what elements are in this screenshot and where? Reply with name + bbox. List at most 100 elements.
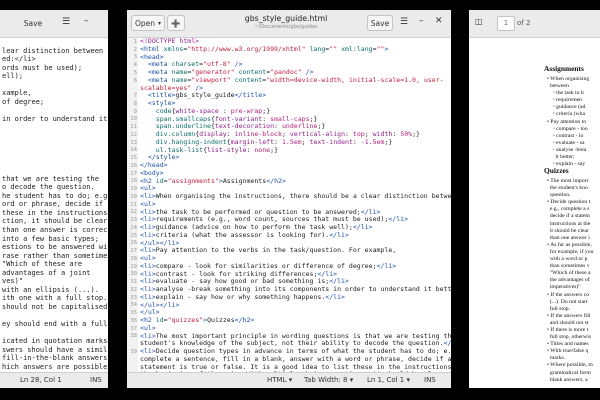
open-button[interactable]: Open ▾ (131, 15, 165, 31)
main-editor-window: Open ▾ ➕ gbs_style_guide.html ~/Document… (127, 10, 451, 388)
code-token: </h2> (234, 316, 255, 324)
line-number: 5 (133, 69, 137, 76)
insert-mode: INS (424, 376, 436, 384)
left-text-line (2, 38, 108, 47)
code-token: Pay attention to the verbs in the task/q… (155, 246, 397, 255)
document-list-line: ◦ compare - loo (547, 125, 588, 132)
code-content[interactable]: <!DOCTYPE html> <html xmlns="http://www.w… (140, 38, 451, 372)
left-text-line: ords must be used); (2, 63, 83, 72)
line-number: 32 (130, 286, 137, 293)
left-save-button[interactable]: Save (18, 15, 48, 31)
code-token: "quizzes" (167, 316, 204, 324)
left-text-view[interactable]: lear distinction between ed:</li> ords mus… (0, 38, 108, 372)
code-token: "" (329, 44, 338, 53)
document-list-line: with a word or p (547, 256, 588, 263)
left-text-line (2, 106, 108, 115)
left-text-line: estions to be answered with (2, 243, 108, 252)
line-number: 38 (130, 333, 137, 340)
left-text-line: into a few basic types; (2, 234, 99, 243)
line-number: 14 (130, 147, 137, 154)
page-number-input[interactable]: 1 (497, 16, 515, 31)
document-list-line: question. (547, 192, 571, 199)
chevron-down-icon: ▾ (158, 19, 162, 27)
left-text-line (2, 81, 108, 90)
document-list-line: full stop. (547, 305, 571, 312)
left-text-line (2, 312, 108, 321)
code-token: > (384, 44, 389, 53)
code-line: <li>When organising the instructions, th… (140, 192, 451, 201)
tab-width-selector[interactable]: Tab Width: 8 ▾ (304, 376, 353, 384)
left-editor-window: Save ☰ – lear distinction between ed:</li… (0, 10, 108, 388)
code-line: <li>explain - say how or why something h… (140, 293, 449, 302)
code-view[interactable]: 1 2 3 4 5 6 7 8 9 10 11 12 13 14 15 16 17 18 19 20 21 22 23 24 2… (127, 38, 451, 372)
left-text-line (2, 149, 108, 158)
left-text-line: advantages of a joint (2, 268, 91, 277)
code-token: : (352, 137, 361, 146)
open-button-label: Open (134, 18, 156, 28)
main-status-bar: HTML ▾ Tab Width: 8 ▾ Ln 1, Col 1 ▾ INS (127, 372, 451, 388)
left-header-bar: Save ☰ – (0, 10, 108, 38)
code-line: <h2 id="assignments">Assignments</h2> (140, 176, 449, 186)
code-token: id (155, 176, 164, 185)
assignments-list: • When organising between ◦ the task to … (547, 76, 589, 168)
document-list-line: full stop, otherwis (547, 334, 592, 341)
line-number: 12 (130, 131, 137, 138)
line-number: 24 (130, 224, 137, 231)
left-cursor-position[interactable]: Ln 28, Col 1 (20, 376, 62, 384)
line-number: 20 (130, 193, 137, 200)
document-page[interactable]: Assignments • When organising between ◦ … (469, 38, 600, 388)
code-token: 1.5em (281, 137, 302, 146)
left-text-line: ction, it should be clear (2, 217, 108, 226)
code-line: </ul></li> (140, 301, 449, 310)
tab-width-label: Tab Width: 8 (304, 376, 348, 384)
left-text-line: ves)" (2, 277, 24, 286)
quizzes-list: • The most import the student's kno ques… (547, 178, 593, 384)
line-number: 9 (133, 108, 137, 115)
document-list-line: • If the answers co (547, 291, 590, 298)
document-list-line: • Where possible, m (547, 362, 593, 369)
language-label: HTML (267, 376, 287, 384)
code-token: -1.5em (360, 137, 385, 146)
cursor-position[interactable]: Ln 1, Col 1 ▾ (367, 376, 410, 384)
line-number: 13 (130, 139, 137, 146)
new-tab-button[interactable]: ➕ (167, 15, 185, 31)
left-minimize-icon[interactable]: – (84, 16, 89, 26)
line-number: 22 (130, 209, 137, 216)
cursor-position-label: Ln 1, Col 1 (367, 376, 405, 384)
left-text-line: icated in quotation marks. (2, 337, 108, 346)
new-tab-icon: ➕ (171, 18, 181, 28)
minimize-icon[interactable]: – (419, 16, 424, 26)
left-menu-icon[interactable]: ☰ (62, 17, 70, 27)
code-token: "assignments" (167, 176, 219, 185)
document-list-line: it better; (547, 154, 575, 161)
close-icon[interactable]: ✕ (435, 16, 443, 26)
line-number: 39 (130, 348, 137, 355)
document-list-line: ◦ evaluate - sa (547, 139, 585, 146)
main-header-bar: Open ▾ ➕ gbs_style_guide.html ~/Document… (127, 10, 451, 38)
left-text-line (2, 141, 108, 150)
left-insert-mode: INS (90, 376, 102, 384)
document-list-line: instructions at the (547, 220, 591, 227)
left-text-line: he student has to do; e.g., (2, 191, 108, 200)
document-list-line: than one answer i (547, 234, 590, 241)
document-list-line: (...). Do not start (547, 298, 588, 305)
code-token: criteria (what the assessor is looking f… (155, 230, 330, 239)
line-number: 34 (130, 302, 137, 309)
line-number: 36 (130, 317, 137, 324)
left-text-line: rase rather than sometimes (2, 251, 108, 260)
line-number: 30 (130, 271, 137, 278)
left-text-line: with an ellipsis (...). (2, 285, 99, 294)
document-list-line: blank answers, a (547, 376, 588, 383)
document-list-line: • Pay attention to (547, 118, 587, 125)
line-number: 28 (130, 255, 137, 262)
save-button[interactable]: Save (367, 15, 393, 31)
document-list-line: • With true/false q (547, 348, 589, 355)
hamburger-menu-icon[interactable]: ☰ (400, 17, 408, 27)
language-selector[interactable]: HTML ▾ (267, 376, 292, 384)
document-list-line: • The most import (547, 178, 589, 184)
document-list-line: • Decide question t (547, 199, 591, 206)
document-list-line: between (547, 83, 569, 90)
sidebar-toggle-icon[interactable]: ◫ (475, 17, 483, 26)
quizzes-heading: Quizzes (544, 166, 569, 175)
code-token: ;} (412, 130, 420, 138)
